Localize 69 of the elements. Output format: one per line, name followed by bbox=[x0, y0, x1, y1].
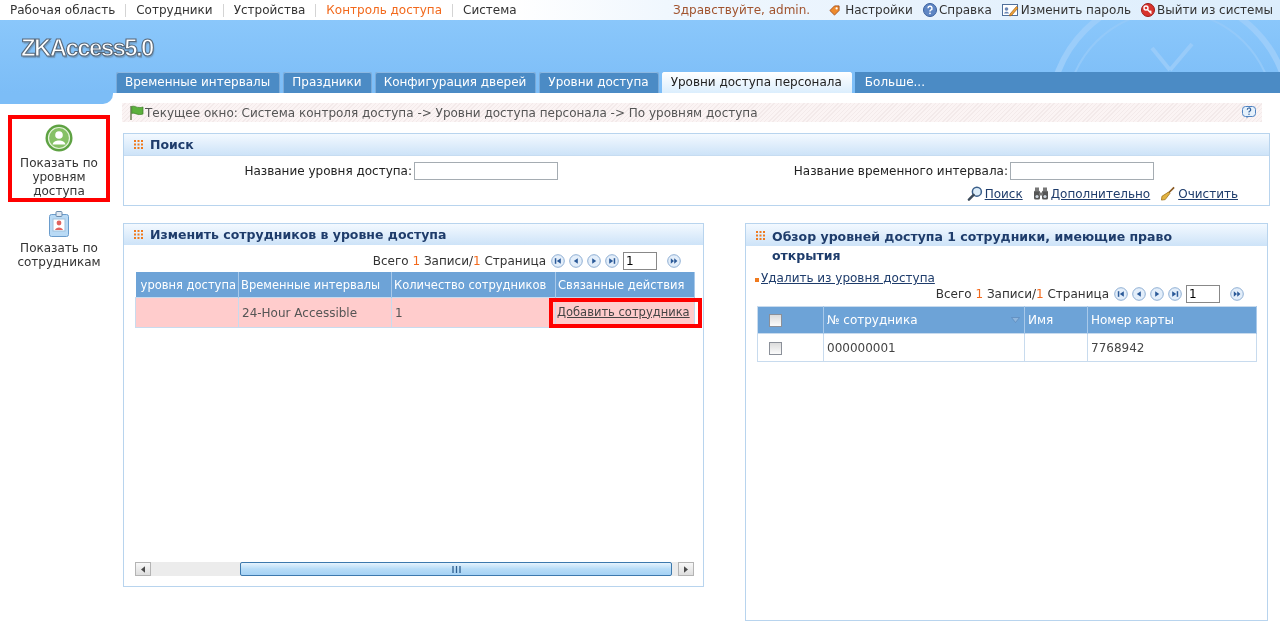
table-cell: 1 bbox=[391, 297, 556, 328]
dot-grid-icon bbox=[756, 231, 765, 240]
top-menu-item[interactable]: Устройства bbox=[222, 3, 316, 17]
panel-title: Изменить сотрудников в уровне доступа bbox=[150, 225, 447, 244]
key-icon bbox=[1141, 3, 1155, 17]
bullet-icon bbox=[755, 278, 759, 282]
card-pencil-icon bbox=[1001, 3, 1019, 17]
panel-title: Поиск bbox=[150, 135, 194, 154]
table-cell: 24-Hour Accessible bbox=[238, 297, 392, 328]
user-circle-icon bbox=[45, 124, 73, 152]
skip-end-icon[interactable] bbox=[605, 254, 619, 268]
scrollbar-thumb[interactable] bbox=[240, 562, 672, 576]
binoculars-icon bbox=[1032, 186, 1049, 201]
page-number-field[interactable]: 1 bbox=[623, 252, 657, 270]
triangle-right-icon[interactable] bbox=[1150, 287, 1164, 301]
scroll-left-button[interactable] bbox=[135, 562, 151, 576]
triangle-left-icon[interactable] bbox=[1132, 287, 1146, 301]
settings-link[interactable]: Настройки bbox=[829, 3, 913, 17]
tab[interactable]: Временные интервалы bbox=[116, 72, 281, 93]
change-password-link[interactable]: Изменить пароль bbox=[1001, 3, 1131, 17]
help-icon[interactable] bbox=[1242, 106, 1256, 119]
panel-title: Обзор уровней доступа 1 сотрудники, имеющие право открытия bbox=[772, 228, 1172, 265]
pager-summary: Всего 1 Записи/1 Страница bbox=[935, 287, 1109, 301]
right-triangle-icon bbox=[684, 565, 688, 573]
scroll-right-button[interactable] bbox=[678, 562, 694, 576]
field-label: Название временного интервала: bbox=[793, 164, 1009, 178]
dot-grid-icon bbox=[134, 140, 143, 149]
help-link[interactable]: Справка bbox=[922, 3, 992, 17]
search-link[interactable]: Поиск bbox=[966, 186, 1023, 201]
pager-summary: Всего 1 Записи/1 Страница bbox=[372, 254, 546, 268]
table-cell: 000000001 bbox=[823, 333, 1025, 362]
help-icon bbox=[922, 3, 937, 17]
dot-grid-icon bbox=[134, 230, 143, 239]
tab[interactable]: Праздники bbox=[283, 72, 372, 93]
logout-link[interactable]: Выйти из системы bbox=[1141, 3, 1273, 17]
id-badge-icon bbox=[49, 211, 69, 237]
clear-link[interactable]: Очистить bbox=[1160, 186, 1238, 201]
logo-text: ZKAccess5.0 bbox=[21, 34, 153, 62]
triangle-left-icon[interactable] bbox=[569, 254, 583, 268]
top-menu-item[interactable]: Сотрудники bbox=[125, 3, 223, 17]
grip-icon bbox=[451, 565, 461, 573]
broom-icon bbox=[1160, 186, 1177, 201]
tab[interactable]: Уровни доступа персонала bbox=[661, 72, 852, 93]
tag-icon bbox=[829, 4, 841, 16]
input-field[interactable] bbox=[1010, 162, 1154, 180]
checkbox[interactable] bbox=[769, 314, 782, 327]
page-number-field[interactable]: 1 bbox=[1186, 285, 1220, 303]
tab[interactable]: Конфигурация дверей bbox=[374, 72, 537, 93]
search-icon bbox=[966, 186, 983, 201]
top-menu-item[interactable]: Система bbox=[452, 3, 527, 17]
skip-end-icon[interactable] bbox=[1168, 287, 1182, 301]
left-triangle-icon bbox=[141, 565, 145, 573]
advanced-search-link[interactable]: Дополнительно bbox=[1032, 186, 1151, 201]
greeting-text: Здравствуйте, admin. bbox=[673, 3, 811, 17]
triangle-right-icon[interactable] bbox=[587, 254, 601, 268]
remove-from-level-link[interactable]: Удалить из уровня доступа bbox=[761, 271, 935, 285]
sidebar-item[interactable]: Показать по уровням доступа bbox=[8, 115, 110, 202]
tab[interactable]: Уровни доступа bbox=[539, 72, 659, 93]
breadcrumb-text: Текущее окно: Система контроля доступа -> Уровни доступа персонала -> По уровням доступа bbox=[145, 105, 759, 120]
skip-start-icon[interactable] bbox=[1114, 287, 1128, 301]
flag-icon bbox=[129, 104, 145, 121]
field-label: Название уровня доступа: bbox=[244, 164, 413, 178]
table-cell: 7768942 bbox=[1087, 333, 1257, 362]
input-field[interactable] bbox=[414, 162, 558, 180]
sidebar-item[interactable]: Показать по сотрудникам bbox=[8, 202, 110, 273]
more-tab[interactable]: Больше... bbox=[854, 72, 1280, 93]
top-menu-item[interactable]: Рабочая область bbox=[0, 3, 126, 17]
skip-start-icon[interactable] bbox=[551, 254, 565, 268]
checkbox[interactable] bbox=[769, 341, 782, 355]
